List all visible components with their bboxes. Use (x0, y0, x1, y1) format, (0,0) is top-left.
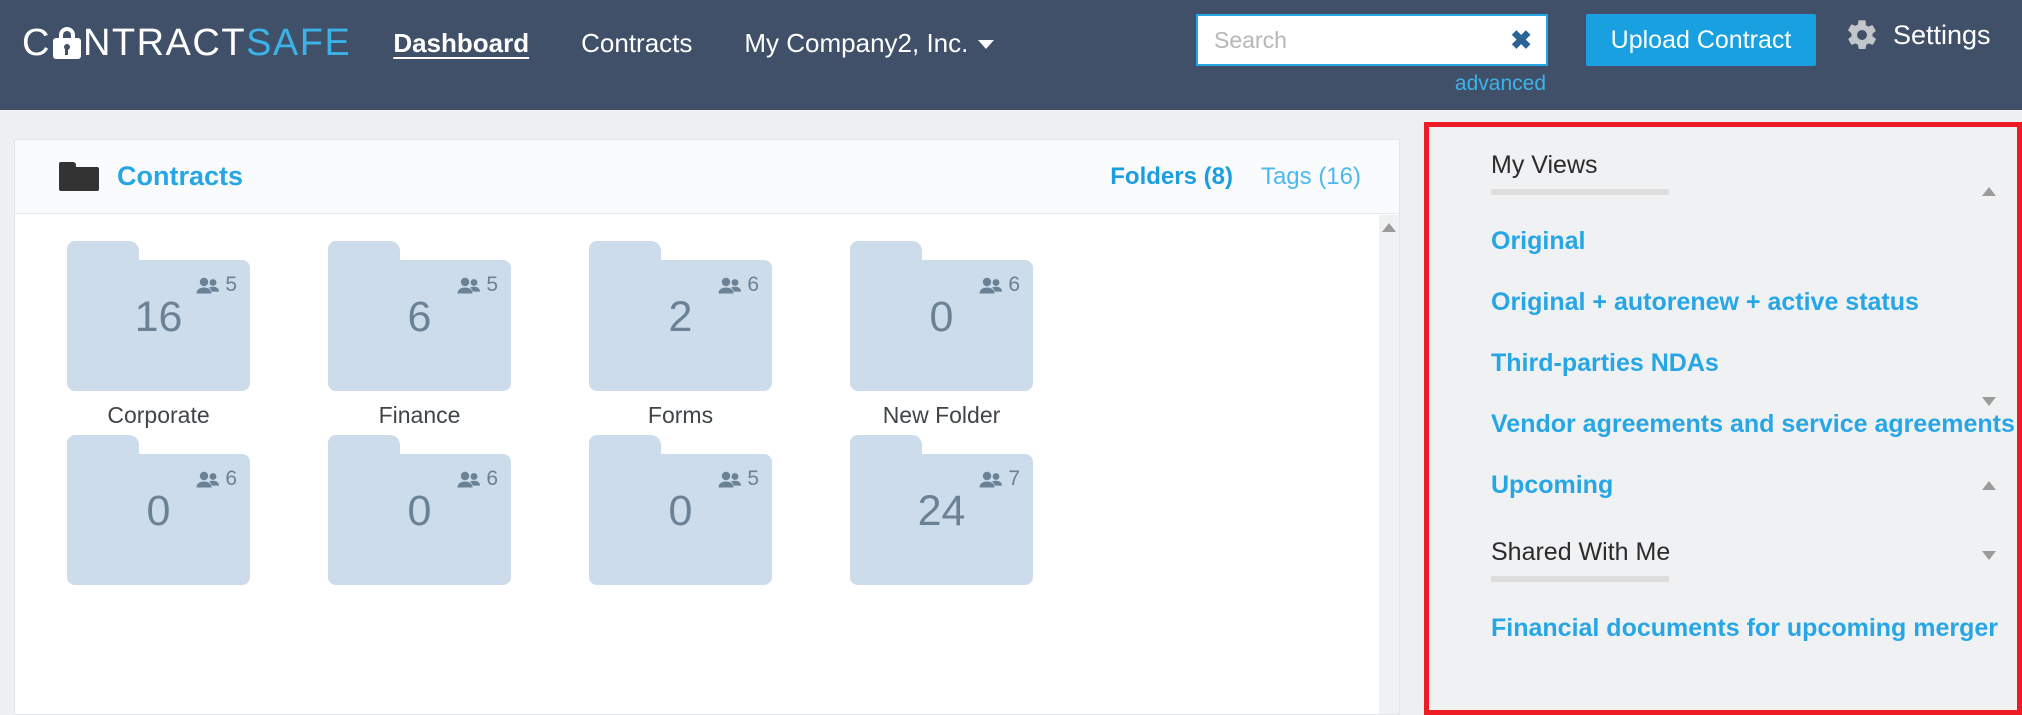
folder-label: Finance (378, 402, 461, 428)
contracts-panel-header: Contracts Folders (8) Tags (16) (15, 140, 1399, 214)
logo-safe-text: SAFE (246, 21, 352, 64)
upload-contract-button[interactable]: Upload Contract (1586, 14, 1816, 66)
shared-with-me-section: Shared With Me Financial documents for u… (1429, 514, 2017, 643)
advanced-search-link[interactable]: advanced (1196, 72, 1546, 96)
scroll-up-arrow-icon[interactable] (1982, 187, 1996, 196)
my-views-section: My Views Original Original + autorenew +… (1429, 127, 2017, 500)
view-item-original[interactable]: Original (1491, 227, 2017, 256)
folder-shape: 6 0 (67, 435, 250, 585)
scroll-down-arrow-icon[interactable] (1982, 397, 1996, 406)
contracts-scrollbar[interactable] (1379, 215, 1399, 714)
folder-label: Corporate (107, 402, 210, 428)
primary-nav: Dashboard Contracts My Company2, Inc. (393, 0, 1046, 86)
users-icon (979, 277, 1003, 293)
chevron-down-icon (978, 40, 995, 50)
folder-shape: 5 16 (67, 241, 250, 391)
folder-label: New Folder (882, 402, 1001, 428)
my-views-heading: My Views (1491, 151, 1598, 179)
nav-link-contracts[interactable]: Contracts (581, 28, 692, 59)
settings-label: Settings (1893, 19, 1991, 50)
view-item-vendor-agreements[interactable]: Vendor agreements and service agreements (1491, 410, 2017, 439)
folder-doc-count: 6 (407, 293, 432, 341)
scroll-up-arrow-icon[interactable] (1982, 481, 1996, 490)
folder-grid: 5 16 Corporate 5 6 Finance 6 2 Forms 6 0… (15, 214, 1399, 596)
close-icon[interactable]: ✖ (1510, 27, 1532, 53)
settings-button[interactable]: Settings (1845, 18, 1991, 52)
users-icon (718, 471, 742, 487)
views-panel-highlighted: My Views Original Original + autorenew +… (1424, 122, 2022, 715)
search-area: ✖ advanced (1196, 14, 1548, 96)
contracts-panel: Contracts Folders (8) Tags (16) 5 16 Cor… (14, 139, 1400, 715)
folder-doc-count: 2 (668, 293, 693, 341)
my-views-underline (1491, 189, 1669, 195)
view-item-upcoming[interactable]: Upcoming (1491, 471, 2017, 500)
tab-tags[interactable]: Tags (16) (1261, 163, 1361, 191)
search-input[interactable] (1198, 26, 1488, 54)
folder-card-corporate[interactable]: 5 16 Corporate (67, 241, 328, 429)
lock-icon (52, 27, 82, 59)
scroll-down-arrow-icon[interactable] (1982, 551, 1996, 560)
nav-link-dashboard[interactable]: Dashboard (393, 28, 529, 59)
contracts-panel-title[interactable]: Contracts (117, 161, 243, 192)
app-logo[interactable]: C NTRACT SAFE (22, 0, 351, 86)
folder-shape: 6 2 (589, 241, 772, 391)
folder-doc-count: 0 (146, 487, 171, 535)
folder-card-new-folder[interactable]: 6 0 New Folder (850, 241, 1111, 429)
folder-card-row2-4[interactable]: 7 24 (850, 435, 1111, 596)
folder-icon (59, 162, 99, 191)
folder-shape: 5 0 (589, 435, 772, 585)
folder-doc-count: 0 (668, 487, 693, 535)
shared-with-me-underline (1491, 576, 1669, 582)
shared-with-me-scrollbar[interactable] (1979, 473, 1999, 568)
company-selector-label: My Company2, Inc. (744, 27, 969, 58)
users-icon (457, 277, 481, 293)
folder-doc-count: 24 (917, 487, 966, 535)
folder-label: Forms (647, 402, 714, 428)
users-icon (196, 471, 220, 487)
folder-card-finance[interactable]: 5 6 Finance (328, 241, 589, 429)
users-icon (979, 471, 1003, 487)
folder-card-row2-2[interactable]: 6 0 (328, 435, 589, 596)
view-item-original-autorenew-active-status[interactable]: Original + autorenew + active status (1491, 288, 2017, 317)
tab-folders[interactable]: Folders (8) (1110, 163, 1233, 191)
folder-grid-scroll-area: 5 16 Corporate 5 6 Finance 6 2 Forms 6 0… (15, 214, 1399, 714)
folder-card-forms[interactable]: 6 2 Forms (589, 241, 850, 429)
folder-shape: 6 0 (850, 241, 1033, 391)
top-navigation-bar: C NTRACT SAFE Dashboard Contracts My Com… (0, 0, 2022, 110)
gear-icon (1845, 18, 1879, 52)
users-icon (457, 471, 481, 487)
logo-letter-c: C (22, 21, 51, 64)
view-item-third-parties-ndas[interactable]: Third-parties NDAs (1491, 349, 2017, 378)
search-box[interactable]: ✖ (1196, 14, 1548, 66)
folder-doc-count: 0 (407, 487, 432, 535)
shared-with-me-heading: Shared With Me (1491, 538, 1671, 566)
folder-doc-count: 0 (929, 293, 954, 341)
scroll-up-arrow-icon[interactable] (1382, 223, 1396, 232)
contracts-panel-tabs: Folders (8) Tags (16) (1110, 163, 1361, 191)
folder-card-row2-1[interactable]: 6 0 (67, 435, 328, 596)
my-views-scrollbar[interactable] (1979, 179, 1999, 414)
company-selector[interactable]: My Company2, Inc. (744, 27, 995, 59)
users-icon (718, 277, 742, 293)
logo-contract-text: C NTRACT (22, 22, 246, 65)
folder-shape: 6 0 (328, 435, 511, 585)
folder-shape: 5 6 (328, 241, 511, 391)
shared-item-financial-documents[interactable]: Financial documents for upcoming merger (1491, 614, 2017, 643)
folder-shape: 7 24 (850, 435, 1033, 585)
folder-doc-count: 16 (134, 293, 183, 341)
folder-card-row2-3[interactable]: 5 0 (589, 435, 850, 596)
users-icon (196, 277, 220, 293)
logo-contract-suffix: NTRACT (82, 21, 247, 64)
